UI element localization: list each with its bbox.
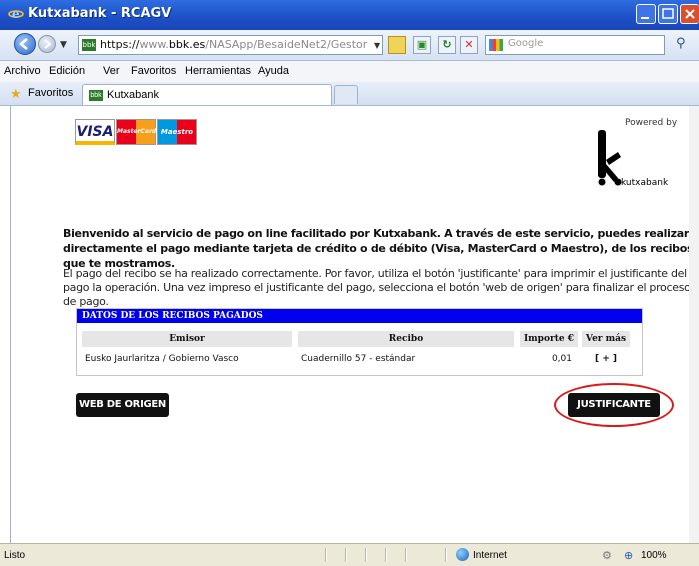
powered-by-label: Powered by bbox=[625, 118, 678, 128]
status-text: Listo bbox=[4, 550, 26, 561]
window-titlebar: e Kutxabank - RCAGV bbox=[0, 0, 699, 30]
tab-label: Kutxabank bbox=[107, 89, 159, 101]
col-header-recibo: Recibo bbox=[298, 331, 514, 347]
address-dropdown-icon[interactable]: ▼ bbox=[374, 41, 380, 50]
web-origen-button[interactable]: WEB DE ORIGEN bbox=[76, 393, 169, 417]
status-divider bbox=[345, 548, 347, 562]
zoom-level[interactable]: 100% bbox=[641, 550, 667, 561]
internet-explorer-icon: e bbox=[8, 7, 24, 21]
stop-icon[interactable]: ✕ bbox=[460, 36, 478, 54]
status-divider bbox=[365, 548, 367, 562]
vertical-scrollbar[interactable] bbox=[689, 106, 699, 543]
google-icon bbox=[489, 39, 503, 51]
visa-logo: VISA bbox=[75, 119, 115, 145]
status-divider bbox=[385, 548, 387, 562]
address-url: https://www.bbk.es/NASApp/BesaideNet2/Ge… bbox=[100, 38, 368, 51]
status-divider bbox=[405, 548, 407, 562]
close-button[interactable] bbox=[680, 4, 699, 24]
menu-edicion[interactable]: Edición bbox=[49, 65, 85, 77]
card-logos: VISA MasterCard Maestro bbox=[75, 119, 197, 147]
payment-message: El pago del recibo se ha realizado corre… bbox=[63, 267, 691, 308]
maestro-logo: Maestro bbox=[157, 119, 197, 145]
menu-herramientas[interactable]: Herramientas bbox=[185, 65, 251, 77]
menu-archivo[interactable]: Archivo bbox=[4, 65, 41, 77]
cell-recibo: Cuadernillo 57 - estándar bbox=[301, 354, 416, 364]
menu-ayuda[interactable]: Ayuda bbox=[258, 65, 289, 77]
history-dropdown-icon[interactable]: ▼ bbox=[60, 40, 67, 50]
address-toolbar: ▼ bbk https://www.bbk.es/NASApp/BesaideN… bbox=[0, 30, 699, 61]
search-input[interactable]: Google bbox=[485, 35, 665, 55]
new-tab-button[interactable] bbox=[334, 85, 358, 104]
back-arrow-icon bbox=[19, 38, 28, 50]
refresh-icon[interactable]: ↻ bbox=[438, 36, 456, 54]
maximize-button[interactable] bbox=[658, 4, 678, 24]
zoom-icon[interactable]: ⊕ bbox=[624, 549, 633, 562]
favorites-bar: ★ Favoritos bbk Kutxabank bbox=[0, 82, 699, 106]
menu-ver[interactable]: Ver bbox=[103, 65, 120, 77]
paid-receipts-table: DATOS DE LOS RECIBOS PAGADOS Emisor Reci… bbox=[76, 308, 643, 376]
forward-button[interactable] bbox=[38, 35, 56, 53]
cell-emisor: Eusko Jaurlaritza / Gobierno Vasco bbox=[85, 354, 239, 364]
internet-zone-icon bbox=[456, 548, 469, 561]
compatibility-view-icon[interactable]: ▣ bbox=[413, 36, 431, 54]
favorites-button[interactable]: Favoritos bbox=[28, 87, 73, 99]
col-header-emisor: Emisor bbox=[82, 331, 292, 347]
security-lock-icon[interactable] bbox=[388, 36, 406, 54]
search-placeholder: Google bbox=[508, 38, 544, 49]
tab-favicon: bbk bbox=[89, 90, 103, 101]
justificante-button[interactable]: JUSTIFICANTE bbox=[568, 393, 660, 417]
search-icon[interactable]: ⚲ bbox=[676, 36, 686, 51]
svg-text:e: e bbox=[12, 7, 20, 21]
kutxabank-k-logo bbox=[598, 130, 622, 186]
minimize-button[interactable] bbox=[636, 4, 656, 24]
intro-text: Bienvenido al servicio de pago on line f… bbox=[63, 227, 694, 270]
security-zone-label: Internet bbox=[473, 550, 507, 561]
cell-importe: 0,01 bbox=[551, 354, 572, 364]
col-header-ver-mas: Ver más bbox=[582, 331, 630, 347]
status-divider bbox=[445, 548, 447, 562]
table-title-bar: DATOS DE LOS RECIBOS PAGADOS bbox=[77, 309, 642, 323]
window-title: Kutxabank - RCAGV bbox=[28, 6, 172, 21]
status-divider bbox=[325, 548, 327, 562]
menu-bar: Archivo Edición Ver Favoritos Herramient… bbox=[0, 61, 699, 83]
favorites-star-icon[interactable]: ★ bbox=[10, 86, 22, 102]
forward-arrow-icon bbox=[44, 39, 52, 49]
back-button[interactable] bbox=[14, 33, 36, 55]
brand-name: kutxabank bbox=[621, 178, 669, 188]
ver-mas-link[interactable]: [ + ] bbox=[582, 351, 630, 367]
menu-favoritos[interactable]: Favoritos bbox=[131, 65, 176, 77]
site-favicon: bbk bbox=[82, 39, 96, 51]
mastercard-logo: MasterCard bbox=[116, 119, 156, 145]
page-content: VISA MasterCard Maestro Powered by kutxa… bbox=[10, 106, 699, 543]
address-input[interactable]: bbk https://www.bbk.es/NASApp/BesaideNet… bbox=[78, 35, 383, 55]
table-title: DATOS DE LOS RECIBOS PAGADOS bbox=[82, 311, 263, 321]
status-bar: Listo Internet ⚙ ⊕ 100% bbox=[0, 543, 699, 566]
protected-mode-icon[interactable]: ⚙ bbox=[602, 549, 612, 562]
col-header-importe: Importe € bbox=[520, 331, 578, 347]
tab-kutxabank[interactable]: bbk Kutxabank bbox=[82, 84, 332, 105]
